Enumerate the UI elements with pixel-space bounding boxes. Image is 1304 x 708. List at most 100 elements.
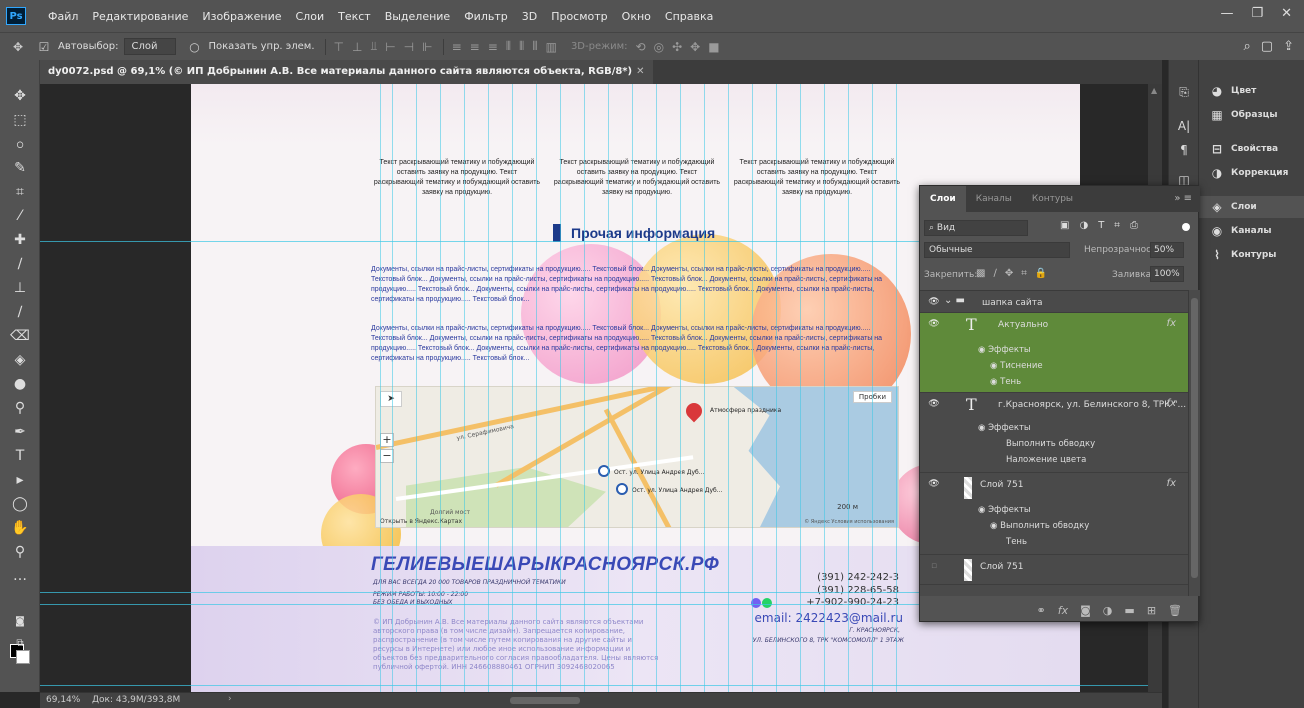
guide-line[interactable]: [560, 84, 561, 692]
fx-icon[interactable]: fx: [1167, 478, 1176, 489]
dodge-tool-icon[interactable]: ⚲: [10, 398, 30, 418]
blend-mode-select[interactable]: Обычные: [924, 242, 1070, 258]
panel-properties[interactable]: ⊟ Свойства: [1199, 138, 1304, 160]
brush-tool-icon[interactable]: ∕: [10, 254, 30, 274]
document-tab[interactable]: dy0072.psd @ 69,1% (© ИП Добрынин А.В. В…: [40, 60, 653, 84]
3d-roll-icon[interactable]: ◎: [654, 40, 664, 54]
share-icon[interactable]: ⇪: [1283, 39, 1294, 54]
menu-image[interactable]: Изображение: [202, 10, 281, 23]
guide-line[interactable]: [488, 84, 489, 692]
menu-view[interactable]: Просмотр: [551, 10, 607, 23]
minimize-icon[interactable]: —: [1220, 6, 1233, 21]
distribute-left-icon[interactable]: ⦀: [506, 39, 511, 54]
status-menu-icon[interactable]: ›: [228, 694, 232, 704]
add-style-icon[interactable]: fx: [1058, 604, 1068, 617]
pen-tool-icon[interactable]: ✒: [10, 422, 30, 442]
adjustment-filter-icon[interactable]: ◑: [1079, 220, 1088, 231]
guide-line[interactable]: [416, 84, 417, 692]
guide-line[interactable]: [872, 84, 873, 692]
menu-3d[interactable]: 3D: [522, 10, 537, 23]
map-pin-icon[interactable]: [682, 399, 706, 423]
fx-icon[interactable]: fx: [1167, 318, 1176, 329]
guide-line[interactable]: [392, 84, 393, 692]
3d-rotate-icon[interactable]: ⟲: [636, 40, 646, 54]
close-tab-icon[interactable]: ✕: [636, 66, 644, 77]
align-left-icon[interactable]: ⊢: [385, 40, 395, 54]
align-bottom-icon[interactable]: ⫫: [370, 39, 377, 54]
workspace-icon[interactable]: ▢: [1261, 39, 1273, 54]
panel-color[interactable]: ◕ Цвет: [1199, 80, 1304, 102]
guide-line[interactable]: [632, 84, 633, 692]
visibility-eye-icon[interactable]: 👁: [928, 479, 940, 491]
panel-menu-icon[interactable]: » ≡: [1174, 186, 1192, 212]
ellipse-tool-icon[interactable]: ◯: [10, 494, 30, 514]
menu-type[interactable]: Текст: [338, 10, 371, 23]
align-vcenter-icon[interactable]: ⊥: [352, 40, 362, 54]
menu-layers[interactable]: Слои: [296, 10, 325, 23]
menu-filter[interactable]: Фильтр: [464, 10, 508, 23]
new-group-icon[interactable]: ▬: [1124, 604, 1134, 617]
healing-tool-icon[interactable]: ✚: [10, 230, 30, 250]
path-select-tool-icon[interactable]: ▸: [10, 470, 30, 490]
type-tool-icon[interactable]: T: [10, 446, 30, 466]
pixel-filter-icon[interactable]: ▣: [1060, 220, 1069, 231]
distribute-center-icon[interactable]: ≡: [470, 40, 480, 54]
fx-icon[interactable]: fx: [1167, 398, 1176, 409]
new-layer-icon[interactable]: ⊞: [1147, 604, 1156, 617]
opacity-input[interactable]: 50%: [1150, 242, 1184, 258]
visibility-eye-icon[interactable]: 👁: [928, 399, 940, 411]
3d-slide-icon[interactable]: ✥: [690, 40, 700, 54]
guide-line[interactable]: [464, 84, 465, 692]
layer-filter-select[interactable]: ⌕ Вид: [924, 220, 1028, 236]
menu-window[interactable]: Окно: [622, 10, 651, 23]
align-top-icon[interactable]: ⊤: [334, 40, 344, 54]
guide-line[interactable]: [584, 84, 585, 692]
tab-layers[interactable]: Слои: [920, 186, 966, 212]
search-icon[interactable]: ⌕: [1244, 39, 1251, 54]
fill-input[interactable]: 100%: [1150, 266, 1184, 282]
move-tool-icon[interactable]: ✥: [10, 86, 30, 106]
guide-line[interactable]: [680, 84, 681, 692]
guide-line[interactable]: [848, 84, 849, 692]
hand-tool-icon[interactable]: ✋: [10, 518, 30, 538]
tab-channels[interactable]: Каналы: [966, 186, 1022, 212]
lock-all-icon[interactable]: 🔒: [1035, 268, 1047, 279]
guide-line[interactable]: [40, 685, 1162, 686]
blur-tool-icon[interactable]: ●: [10, 374, 30, 394]
move-tool-icon[interactable]: ✥: [10, 40, 26, 54]
layer-row[interactable]: 👁 T г.Красноярск, ул. Белинского 8, ТРК …: [920, 393, 1188, 473]
layers-scroll-thumb[interactable]: [1191, 298, 1198, 578]
add-mask-icon[interactable]: ◙: [1080, 604, 1091, 617]
paragraph-icon[interactable]: ¶: [1176, 142, 1192, 158]
guide-line[interactable]: [896, 84, 897, 692]
screen-mode-icon[interactable]: ⧉: [10, 634, 30, 654]
guide-line[interactable]: [440, 84, 441, 692]
link-layers-icon[interactable]: ⚭: [1037, 604, 1046, 617]
distribute-right-icon[interactable]: ⦀: [532, 39, 537, 54]
quick-select-tool-icon[interactable]: ✎: [10, 158, 30, 178]
shape-filter-icon[interactable]: ⌗: [1114, 220, 1120, 231]
3d-scale-icon[interactable]: ■: [708, 40, 719, 54]
marquee-tool-icon[interactable]: ⬚: [10, 110, 30, 130]
scroll-up-icon[interactable]: ▲: [1151, 86, 1157, 95]
distribute-hcenter-icon[interactable]: ⦀: [519, 39, 524, 54]
visibility-eye-icon[interactable]: 👁: [928, 297, 940, 309]
delete-layer-icon[interactable]: 🗑: [1168, 604, 1182, 617]
more-tools-icon[interactable]: …: [10, 566, 30, 586]
lock-transparency-icon[interactable]: ▩: [976, 268, 985, 279]
lock-position-icon[interactable]: ✥: [1005, 268, 1013, 279]
map-widget[interactable]: ➤ Пробки + − ул. Серафимовича Атмосфера …: [375, 386, 899, 528]
new-adjustment-icon[interactable]: ◑: [1103, 604, 1113, 617]
menu-help[interactable]: Справка: [665, 10, 713, 23]
auto-align-icon[interactable]: ▥: [546, 40, 557, 54]
autoselect-checkbox[interactable]: ☑: [36, 40, 52, 54]
filter-toggle[interactable]: [1182, 223, 1190, 231]
guide-line[interactable]: [776, 84, 777, 692]
layer-row[interactable]: ▫ Слой 751: [920, 555, 1188, 585]
guide-line[interactable]: [800, 84, 801, 692]
gradient-tool-icon[interactable]: ◈: [10, 350, 30, 370]
align-hcenter-icon[interactable]: ⊣: [404, 40, 414, 54]
eyedropper-tool-icon[interactable]: ⁄: [10, 206, 30, 226]
guide-line[interactable]: [656, 84, 657, 692]
guide-line[interactable]: [536, 84, 537, 692]
